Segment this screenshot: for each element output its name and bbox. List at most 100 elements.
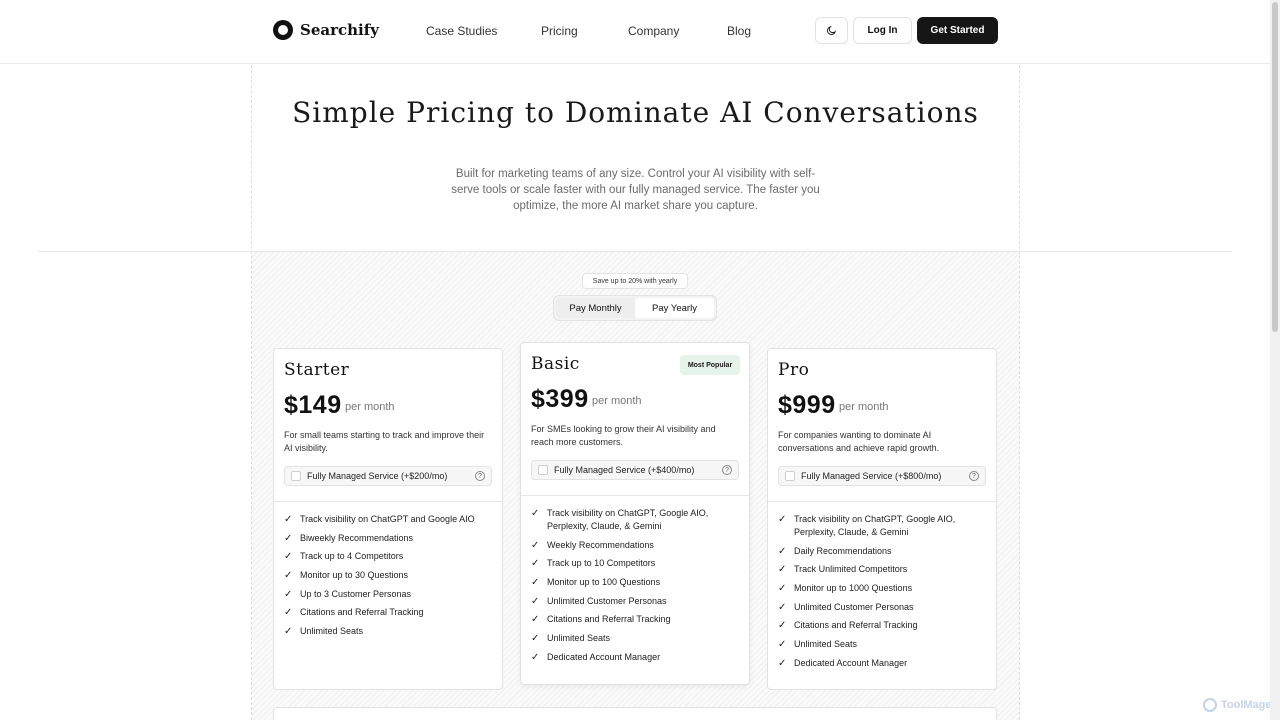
card-divider [768,501,996,502]
plan-name: Basic [531,354,580,374]
check-icon: ✓ [531,614,540,626]
feature-item: ✓ Unlimited Seats [284,626,364,638]
plan-period: per month [345,401,395,413]
check-icon: ✓ [284,551,293,563]
next-section-card [273,707,997,720]
logo[interactable]: Searchify [273,20,379,40]
managed-service-checkbox[interactable] [785,471,795,481]
check-icon: ✓ [778,583,787,595]
check-icon: ✓ [531,539,540,551]
plan-description: For SMEs looking to grow their AI visibi… [531,424,716,447]
managed-service-label: Fully Managed Service (+$400/mo) [554,465,695,475]
feature-item: ✓ Dedicated Account Manager [778,657,908,669]
billing-toggle: Pay Monthly Pay Yearly [553,295,717,321]
watermark-text: ToolMage [1221,699,1272,711]
check-icon: ✓ [284,514,293,525]
watermark: ToolMage [1203,698,1272,712]
help-icon[interactable]: ? [722,465,732,475]
feature-item: ✓ Biweekly Recommendations [284,532,414,544]
check-icon: ✓ [778,564,787,576]
feature-item: ✓ Up to 3 Customer Personas [284,588,412,600]
check-icon: ✓ [778,514,787,525]
feature-item: ✓ Track visibility on ChatGPT and Google … [284,514,475,525]
managed-service-option[interactable]: Fully Managed Service (+$800/mo) ? [778,466,986,486]
check-icon: ✓ [778,639,787,651]
check-icon: ✓ [284,532,293,544]
plan-description: For companies wanting to dominate AI con… [778,430,940,453]
plan-card-starter: Starter $149 per month For small teams s… [273,348,503,690]
check-icon: ✓ [531,651,540,663]
nav-pricing[interactable]: Pricing [541,24,578,38]
feature-item: ✓ Unlimited Seats [778,639,858,651]
feature-item: ✓ Track up to 10 Competitors [531,558,656,570]
feature-item: ✓ Daily Recommendations [778,545,892,557]
managed-service-label: Fully Managed Service (+$200/mo) [307,471,448,481]
plan-name: Pro [778,360,810,380]
plan-price: $149 [284,391,342,419]
managed-service-checkbox[interactable] [291,471,301,481]
card-divider [521,495,749,496]
help-icon[interactable]: ? [475,471,485,481]
check-icon: ✓ [531,633,540,645]
feature-list: ✓ Track visibility on ChatGPT and Google … [284,513,494,644]
nav-case-studies[interactable]: Case Studies [426,24,497,38]
check-icon: ✓ [284,607,293,619]
page-scrollbar[interactable] [1270,0,1280,720]
managed-service-label: Fully Managed Service (+$800/mo) [801,471,942,481]
frame-guide-right [1019,0,1020,720]
check-icon: ✓ [531,577,540,589]
scrollbar-thumb[interactable] [1272,2,1278,332]
feature-item: ✓ Unlimited Customer Personas [778,601,914,613]
login-button[interactable]: Log In [853,17,912,44]
nav-company[interactable]: Company [628,24,679,38]
most-popular-badge: Most Popular [680,355,740,375]
logo-text: Searchify [300,21,379,39]
feature-item: ✓ Monitor up to 30 Questions [284,570,409,582]
check-icon: ✓ [531,595,540,607]
hero-section: Simple Pricing to Dominate AI Conversati… [252,65,1019,252]
feature-list: ✓ Track visibility on ChatGPT, Google AIO… [531,507,716,670]
feature-item: ✓ Dedicated Account Manager [531,651,661,663]
check-icon: ✓ [531,558,540,570]
plan-price: $399 [531,385,589,413]
feature-item: ✓ Unlimited Customer Personas [531,595,667,607]
get-started-button[interactable]: Get Started [917,17,998,44]
check-icon: ✓ [778,601,787,613]
feature-item: ✓ Monitor up to 100 Questions [531,577,661,589]
logo-icon [273,20,293,40]
check-icon: ✓ [284,570,293,582]
check-icon: ✓ [778,657,787,669]
feature-item: ✓ Monitor up to 1000 Questions [778,583,913,595]
check-icon: ✓ [531,508,540,519]
feature-item: ✓ Track visibility on ChatGPT, Google AIO… [531,508,709,531]
plan-description: For small teams starting to track and im… [284,430,485,453]
plan-card-basic: Basic Most Popular $399 per month For SM… [520,342,750,685]
help-icon[interactable]: ? [969,471,979,481]
plan-price: $999 [778,391,836,419]
save-badge: Save up to 20% with yearly [582,273,688,289]
feature-item: ✓ Weekly Recommendations [531,539,654,551]
pay-yearly-button[interactable]: Pay Yearly [635,298,714,318]
feature-item: ✓ Unlimited Seats [531,633,611,645]
feature-list: ✓ Track visibility on ChatGPT, Google AIO… [778,513,963,676]
card-divider [274,501,502,502]
check-icon: ✓ [284,588,293,600]
feature-item: ✓ Citations and Referral Tracking [531,614,671,626]
pay-monthly-button[interactable]: Pay Monthly [556,298,635,318]
managed-service-checkbox[interactable] [538,465,548,475]
page-subtitle: Built for marketing teams of any size. C… [451,168,820,212]
feature-item: ✓ Citations and Referral Tracking [284,607,424,619]
check-icon: ✓ [284,626,293,638]
theme-toggle-button[interactable] [815,17,848,44]
plan-period: per month [592,395,642,407]
moon-icon [827,25,837,35]
plan-name: Starter [284,360,350,380]
managed-service-option[interactable]: Fully Managed Service (+$400/mo) ? [531,460,739,480]
managed-service-option[interactable]: Fully Managed Service (+$200/mo) ? [284,466,492,486]
feature-item: ✓ Track up to 4 Competitors [284,551,404,563]
feature-item: ✓ Track Unlimited Competitors [778,564,908,576]
nav-blog[interactable]: Blog [727,24,751,38]
check-icon: ✓ [778,545,787,557]
plan-card-pro: Pro $999 per month For companies wanting… [767,348,997,690]
page-title: Simple Pricing to Dominate AI Conversati… [292,96,979,129]
